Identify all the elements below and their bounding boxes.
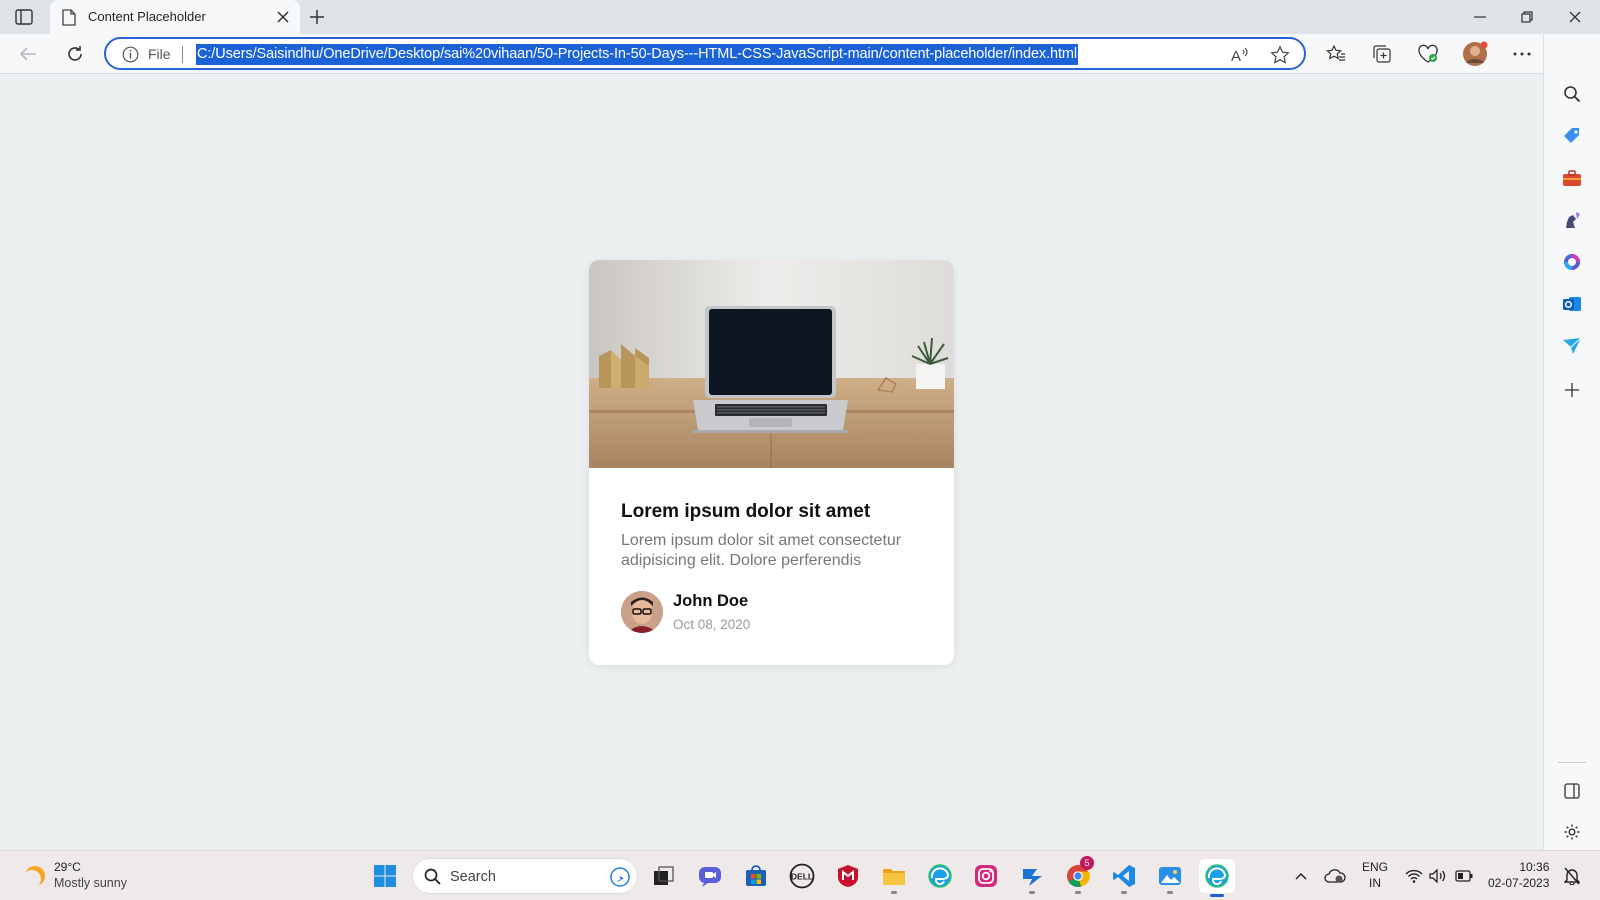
- tab-title: Content Placeholder: [88, 9, 206, 24]
- add-sidebar-app-icon[interactable]: [1558, 376, 1586, 404]
- notifications-bell-icon[interactable]: [1561, 865, 1583, 887]
- card-title: Lorem ipsum dolor sit amet: [621, 501, 871, 522]
- minimize-icon[interactable]: [1467, 6, 1493, 28]
- content-card: Lorem ipsum dolor sit amet Lorem ipsum d…: [589, 260, 954, 665]
- favorite-star-icon[interactable]: [1270, 45, 1290, 65]
- chrome-icon[interactable]: 5: [1063, 856, 1094, 894]
- instagram-icon[interactable]: [971, 861, 1001, 891]
- active-tab[interactable]: Content Placeholder: [50, 0, 300, 34]
- address-bar[interactable]: File C:/Users/Saisindhu/OneDrive/Desktop…: [104, 37, 1306, 70]
- outlook-icon[interactable]: [1558, 290, 1586, 318]
- running-indicator: [1121, 891, 1127, 894]
- power-automate-icon[interactable]: [1017, 861, 1047, 894]
- edge-active-taskbar-icon[interactable]: [1199, 859, 1235, 897]
- send-icon[interactable]: [1558, 332, 1586, 360]
- edge-sidebar: [1543, 34, 1600, 850]
- card-header-image: [589, 260, 954, 468]
- games-icon[interactable]: [1558, 206, 1586, 234]
- windows-taskbar: 29°C Mostly sunny Search DELL 5 ENG IN 1…: [0, 850, 1600, 900]
- running-indicator: [1075, 891, 1081, 894]
- url-text[interactable]: C:/Users/Saisindhu/OneDrive/Desktop/sai%…: [196, 44, 1079, 65]
- mcafee-icon[interactable]: [833, 861, 863, 891]
- weather-description[interactable]: Mostly sunny: [54, 876, 127, 890]
- battery-icon[interactable]: [1453, 865, 1475, 887]
- author-name: John Doe: [673, 592, 749, 610]
- input-language-indicator[interactable]: ENG IN: [1362, 859, 1388, 891]
- sidebar-divider: [1558, 762, 1586, 763]
- weather-temperature[interactable]: 29°C: [54, 860, 81, 874]
- sidebar-settings-icon[interactable]: [1558, 818, 1586, 846]
- browser-toolbar: File C:/Users/Saisindhu/OneDrive/Desktop…: [0, 34, 1600, 74]
- info-icon[interactable]: [122, 46, 139, 68]
- running-indicator: [1167, 891, 1173, 894]
- volume-icon[interactable]: [1427, 865, 1449, 887]
- edge-taskbar-icon[interactable]: [925, 861, 955, 891]
- taskbar-search[interactable]: Search: [412, 858, 638, 894]
- search-icon: [424, 868, 441, 890]
- svg-text:A: A: [1231, 48, 1241, 64]
- restore-icon[interactable]: [1514, 6, 1540, 28]
- windows-start-icon[interactable]: [373, 864, 397, 888]
- file-explorer-icon[interactable]: [879, 861, 909, 894]
- card-excerpt: Lorem ipsum dolor sit amet consectetur a…: [621, 532, 902, 569]
- new-tab-button[interactable]: [305, 6, 329, 28]
- photos-icon[interactable]: [1155, 861, 1185, 894]
- favorites-icon[interactable]: [1322, 40, 1350, 68]
- clock-time: 10:36: [1519, 860, 1550, 874]
- wifi-icon[interactable]: [1403, 865, 1425, 887]
- close-tab-icon[interactable]: [274, 8, 292, 26]
- running-indicator: [1029, 891, 1035, 894]
- active-indicator: [1210, 894, 1224, 897]
- collections-icon[interactable]: [1368, 40, 1396, 68]
- teams-chat-icon[interactable]: [695, 861, 725, 891]
- sidebar-search-icon[interactable]: [1558, 80, 1586, 108]
- microsoft-store-icon[interactable]: [741, 861, 771, 891]
- search-label: Search: [450, 869, 496, 885]
- browser-essentials-icon[interactable]: [1414, 40, 1442, 68]
- system-clock[interactable]: 10:36 02-07-2023: [1488, 859, 1549, 891]
- file-scheme-label: File: [148, 46, 171, 62]
- post-date: Oct 08, 2020: [673, 617, 751, 632]
- vscode-icon[interactable]: [1109, 861, 1139, 894]
- show-hidden-icons-chevron-icon[interactable]: [1290, 865, 1312, 887]
- page-icon: [62, 9, 76, 31]
- shopping-tag-icon[interactable]: [1558, 122, 1586, 150]
- svg-text:DELL: DELL: [791, 872, 813, 882]
- chrome-notification-badge: 5: [1080, 856, 1094, 870]
- profile-avatar[interactable]: [1461, 40, 1489, 68]
- dell-icon[interactable]: DELL: [787, 861, 817, 891]
- tab-actions-icon[interactable]: [14, 8, 34, 26]
- tools-briefcase-icon[interactable]: [1558, 164, 1586, 192]
- refresh-icon[interactable]: [61, 40, 89, 68]
- task-view-icon[interactable]: [649, 861, 679, 891]
- address-divider: [182, 46, 183, 63]
- onedrive-sync-icon[interactable]: [1324, 865, 1346, 887]
- microsoft-365-icon[interactable]: [1558, 248, 1586, 276]
- read-aloud-icon[interactable]: A: [1230, 45, 1250, 65]
- sunny-weather-icon[interactable]: [22, 863, 48, 889]
- hide-sidebar-icon[interactable]: [1558, 777, 1586, 805]
- running-indicator: [891, 891, 897, 894]
- author-avatar: [621, 591, 663, 633]
- more-options-icon[interactable]: [1508, 40, 1536, 68]
- language-region: IN: [1369, 876, 1381, 890]
- tab-strip: Content Placeholder: [0, 0, 1600, 34]
- clock-date: 02-07-2023: [1488, 876, 1550, 890]
- bing-icon: [610, 867, 630, 892]
- close-window-icon[interactable]: [1562, 6, 1588, 28]
- language-code: ENG: [1362, 860, 1389, 874]
- back-icon[interactable]: [14, 40, 42, 68]
